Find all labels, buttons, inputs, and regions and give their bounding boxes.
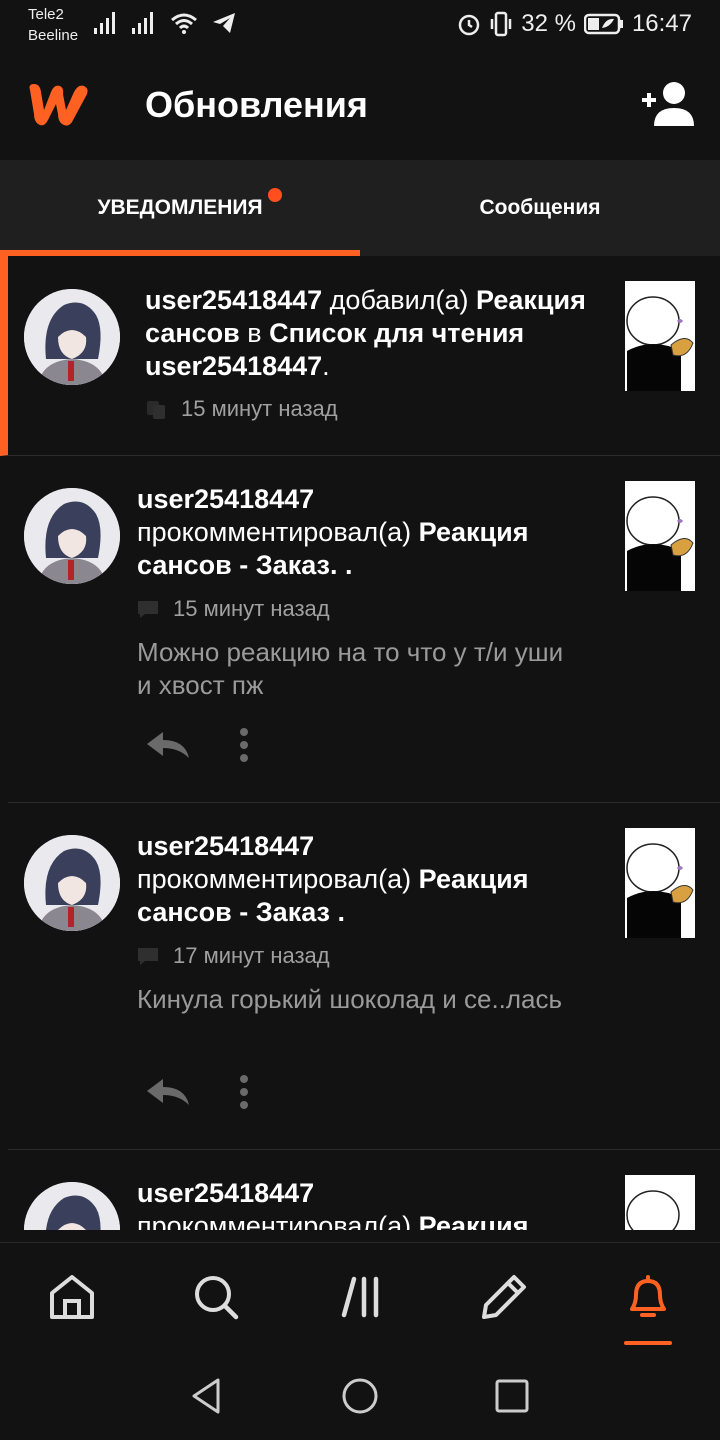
story-cover-image [625, 1175, 695, 1230]
signal-icon-2 [132, 12, 153, 34]
username[interactable]: user25418447 [137, 830, 597, 863]
app-header: Обновления [0, 52, 720, 160]
tab-messages-label: Сообщения [479, 196, 601, 219]
tab-notifications[interactable]: УВЕДОМЛЕНИЯ [0, 160, 360, 256]
action-text: добавил(а) [322, 285, 476, 315]
notification-item[interactable]: user25418447 прокомментировал(а) Реакция … [8, 456, 720, 803]
notification-text: user25418447 прокомментировал(а) Реакция … [137, 830, 597, 929]
story-cover[interactable] [625, 481, 695, 591]
status-icons-right: 32 % 16:47 [457, 10, 692, 38]
avatar[interactable] [24, 1182, 120, 1230]
carrier-labels: Tele2 Beeline [28, 4, 78, 46]
notification-text: user25418447 прокомментировал(а) Реакция [137, 1177, 597, 1230]
action-text: прокомментировал(а) [137, 864, 419, 894]
comment-preview: Можно реакцию на то что у т/и уши и хвос… [137, 637, 564, 700]
clock: 16:47 [631, 10, 692, 37]
avatar[interactable] [24, 835, 120, 931]
alarm-icon [458, 14, 480, 36]
notification-item[interactable]: user25418447 прокомментировал(а) Реакция … [8, 803, 720, 1150]
story-title[interactable]: Реакция [419, 1211, 529, 1230]
carrier-2: Beeline [28, 27, 79, 44]
page-title: Обновления [145, 84, 368, 125]
signal-icon [94, 12, 115, 34]
username[interactable]: user25418447 [137, 483, 597, 516]
story-cover-image [625, 828, 695, 938]
home-icon[interactable] [46, 1271, 98, 1323]
avatar-image [24, 488, 120, 584]
timestamp: 17 минут назад [173, 943, 330, 968]
notification-item[interactable]: user25418447 добавил(а) Реакция сансов в… [0, 256, 720, 456]
action-text: прокомментировал(а) [137, 1211, 419, 1230]
avatar-image [24, 1182, 120, 1230]
avatar-image [24, 289, 120, 385]
system-navigation-bar [0, 1354, 720, 1440]
vibrate-icon [490, 11, 512, 37]
battery-icon [583, 13, 623, 35]
tab-bar: УВЕДОМЛЕНИЯ Сообщения [0, 160, 720, 256]
story-cover[interactable] [625, 281, 695, 391]
notification-meta: 17 минут назад [137, 943, 330, 969]
library-icon[interactable] [334, 1271, 386, 1323]
end-punct: . [322, 351, 330, 381]
action-text: прокомментировал(а) [137, 517, 419, 547]
avatar-image [24, 835, 120, 931]
library-add-icon [147, 401, 165, 419]
notifications-icon[interactable] [622, 1271, 674, 1323]
active-nav-indicator [624, 1341, 672, 1345]
username[interactable]: user25418447 [145, 285, 322, 315]
search-icon[interactable] [190, 1271, 242, 1323]
story-cover[interactable] [625, 1175, 695, 1230]
timestamp: 15 минут назад [173, 596, 330, 621]
write-icon[interactable] [478, 1271, 530, 1323]
back-icon[interactable] [188, 1376, 228, 1416]
tab-messages[interactable]: Сообщения [360, 160, 720, 256]
bottom-navigation [0, 1242, 720, 1354]
notification-item[interactable]: user25418447 прокомментировал(а) Реакция [8, 1150, 720, 1230]
more-options-icon[interactable] [239, 1075, 249, 1109]
recents-icon[interactable] [492, 1376, 532, 1416]
home-button-icon[interactable] [340, 1376, 380, 1416]
notification-text: user25418447 добавил(а) Реакция сансов в… [145, 284, 605, 383]
avatar[interactable] [24, 289, 120, 385]
battery-percent: 32 % [521, 10, 576, 37]
reply-icon[interactable] [145, 1077, 191, 1107]
story-cover-image [625, 281, 695, 391]
status-bar: Tele2 Beeline 32 % 16:47 [0, 0, 720, 52]
carrier-1: Tele2 [28, 6, 64, 23]
wattpad-logo-icon[interactable] [24, 80, 90, 128]
notification-meta: 15 минут назад [145, 396, 338, 422]
tab-notifications-label: УВЕДОМЛЕНИЯ [97, 196, 263, 219]
username[interactable]: user25418447 [137, 1177, 597, 1210]
comment-actions [145, 1075, 249, 1109]
notification-text: user25418447 прокомментировал(а) Реакция … [137, 483, 597, 582]
wifi-icon [171, 13, 197, 34]
more-options-icon[interactable] [239, 728, 249, 762]
notification-meta: 15 минут назад [137, 596, 330, 622]
status-icons-left [94, 12, 236, 34]
add-friend-icon[interactable] [640, 80, 696, 128]
comment-preview: Кинула горький шоколад и се..лась [137, 984, 563, 1014]
story-cover[interactable] [625, 828, 695, 938]
avatar[interactable] [24, 488, 120, 584]
comment-icon [138, 948, 158, 965]
telegram-icon [213, 13, 235, 33]
timestamp: 15 минут назад [181, 396, 338, 421]
notification-list: user25418447 добавил(а) Реакция сансов в… [0, 256, 720, 1230]
comment-actions [145, 728, 249, 762]
unread-dot [268, 188, 282, 202]
connector-text: в [239, 318, 270, 348]
comment-icon [138, 601, 158, 618]
reply-icon[interactable] [145, 730, 191, 760]
story-cover-image [625, 481, 695, 591]
